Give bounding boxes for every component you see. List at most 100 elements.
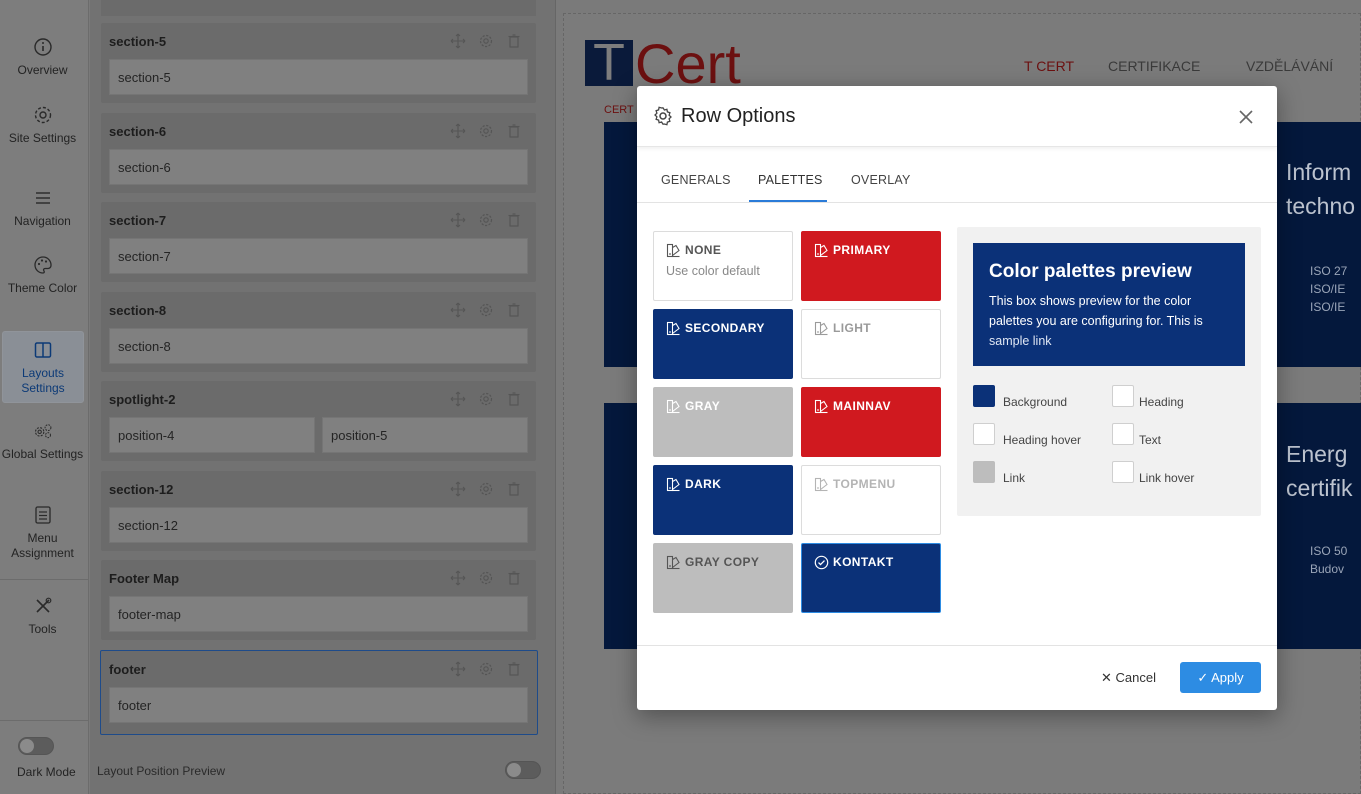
gear-icon[interactable] xyxy=(478,123,494,139)
palette-swatch-icon xyxy=(666,399,680,414)
sidebar-item-navigation[interactable]: Navigation xyxy=(0,188,85,229)
site-logo-t: T xyxy=(585,37,633,89)
site-logo-sub: CERT xyxy=(604,104,634,116)
swatch-background[interactable] xyxy=(973,385,995,407)
section-tools xyxy=(450,212,522,228)
trash-icon[interactable] xyxy=(506,481,522,497)
trash-icon[interactable] xyxy=(506,212,522,228)
palette-option-dark[interactable]: DARK xyxy=(653,465,793,535)
tab-overlay[interactable]: OVERLAY xyxy=(851,173,911,187)
gear-icon[interactable] xyxy=(478,570,494,586)
position-block[interactable]: footer-map xyxy=(109,596,528,632)
trash-icon[interactable] xyxy=(506,123,522,139)
move-icon[interactable] xyxy=(450,212,466,228)
palette-label: NONE xyxy=(685,243,722,257)
sidebar-item-theme-color[interactable]: Theme Color xyxy=(0,255,85,296)
site-box-list: ISO 50 Budov xyxy=(1310,544,1348,576)
gear-icon[interactable] xyxy=(478,302,494,318)
apply-button[interactable]: ✓ Apply xyxy=(1180,662,1261,693)
position-block[interactable]: position-5 xyxy=(322,417,528,453)
tab-palettes[interactable]: PALETTES xyxy=(758,173,823,187)
position-block[interactable]: section-6 xyxy=(109,149,528,185)
layout-section[interactable]: section-7 section-7 xyxy=(101,202,536,282)
sidebar-item-site-settings[interactable]: Site Settings xyxy=(0,105,85,146)
move-icon[interactable] xyxy=(450,33,466,49)
gear-icon[interactable] xyxy=(478,33,494,49)
section-tools xyxy=(450,33,522,49)
section-title: section-5 xyxy=(109,34,167,49)
position-block[interactable]: position-4 xyxy=(109,417,315,453)
palette-option-none[interactable]: NONE Use color default xyxy=(653,231,793,301)
sidebar-item-layouts-settings[interactable]: Layouts Settings xyxy=(2,331,84,403)
position-block[interactable]: footer xyxy=(109,687,528,723)
position-block[interactable]: section-7 xyxy=(109,238,528,274)
position-block[interactable]: section-8 xyxy=(109,328,528,364)
move-icon[interactable] xyxy=(450,570,466,586)
sidebar-item-menu-assignment[interactable]: Menu Assignment xyxy=(0,505,85,561)
sidebar-item-overview[interactable]: Overview xyxy=(0,37,85,78)
site-nav-item[interactable]: T CERT xyxy=(1024,58,1074,74)
gear-icon[interactable] xyxy=(478,661,494,677)
move-icon[interactable] xyxy=(450,391,466,407)
move-icon[interactable] xyxy=(450,123,466,139)
swatch-link[interactable] xyxy=(973,461,995,483)
sidebar-item-global-settings[interactable]: Global Settings xyxy=(0,421,85,462)
layout-section[interactable]: section-12 section-12 xyxy=(101,471,536,551)
trash-icon[interactable] xyxy=(506,33,522,49)
palette-option-mainnav[interactable]: MAINNAV xyxy=(801,387,941,457)
layout-section[interactable]: spotlight-2 position-4 position-5 xyxy=(101,381,536,461)
dark-mode-toggle[interactable] xyxy=(18,737,54,755)
move-icon[interactable] xyxy=(450,481,466,497)
palette-option-gray[interactable]: GRAY xyxy=(653,387,793,457)
palette-option-light[interactable]: LIGHT xyxy=(801,309,941,379)
palette-option-secondary[interactable]: SECONDARY xyxy=(653,309,793,379)
close-icon[interactable] xyxy=(1237,108,1255,126)
modal-header: Row Options xyxy=(637,86,1277,147)
swatch-heading[interactable] xyxy=(1112,385,1134,407)
gear-icon[interactable] xyxy=(478,391,494,407)
section-title: Footer Map xyxy=(109,571,180,586)
gear-icon[interactable] xyxy=(478,481,494,497)
layout-icon xyxy=(34,342,52,358)
move-icon[interactable] xyxy=(450,661,466,677)
sidebar-divider xyxy=(0,720,89,721)
swatch-text[interactable] xyxy=(1112,423,1134,445)
position-block[interactable]: section-5 xyxy=(109,59,528,95)
layout-section[interactable]: section-6 section-6 xyxy=(101,113,536,193)
tab-generals[interactable]: GENERALS xyxy=(661,173,731,187)
palette-option-topmenu[interactable]: TOPMENU xyxy=(801,465,941,535)
preview-sample-link[interactable]: sample link xyxy=(989,334,1052,348)
move-icon[interactable] xyxy=(450,302,466,318)
sidebar-item-tools[interactable]: Tools xyxy=(0,596,85,637)
palette-option-primary[interactable]: PRIMARY xyxy=(801,231,941,301)
sidebar-divider xyxy=(0,579,89,580)
trash-icon[interactable] xyxy=(506,302,522,318)
sidebar-item-label: Menu Assignment xyxy=(11,531,74,560)
layout-position-preview-toggle[interactable] xyxy=(505,761,541,779)
layout-section[interactable]: section-8 section-8 xyxy=(101,292,536,372)
palette-option-kontakt[interactable]: KONTAKT xyxy=(801,543,941,613)
swatch-label: Link hover xyxy=(1139,471,1195,485)
gear-icon xyxy=(34,106,51,124)
layout-section[interactable]: Footer Map footer-map xyxy=(101,560,536,640)
site-nav-item[interactable]: VZDĚLÁVÁNÍ xyxy=(1246,58,1333,74)
sidebar-item-label: Navigation xyxy=(14,214,71,228)
swatch-label: Link xyxy=(1003,471,1026,485)
trash-icon[interactable] xyxy=(506,391,522,407)
position-block[interactable]: section-12 xyxy=(109,507,528,543)
layout-section[interactable]: section-5 section-5 xyxy=(101,23,536,103)
palette-label: KONTAKT xyxy=(833,555,894,569)
site-nav-item[interactable]: CERTIFIKACE xyxy=(1108,58,1200,74)
site-box-heading: Energ certifik xyxy=(1286,441,1353,501)
gear-icon[interactable] xyxy=(478,212,494,228)
palette-label: DARK xyxy=(685,477,722,491)
swatch-heading-hover[interactable] xyxy=(973,423,995,445)
swatch-link-hover[interactable] xyxy=(1112,461,1134,483)
palette-option-gray-copy[interactable]: GRAY COPY xyxy=(653,543,793,613)
cancel-button[interactable]: ✕ Cancel xyxy=(1101,670,1156,686)
trash-icon[interactable] xyxy=(506,661,522,677)
layout-section[interactable]: footer footer xyxy=(100,650,538,735)
palette-label: TOPMENU xyxy=(833,477,896,491)
trash-icon[interactable] xyxy=(506,570,522,586)
sidebar-item-label: Tools xyxy=(28,622,57,636)
